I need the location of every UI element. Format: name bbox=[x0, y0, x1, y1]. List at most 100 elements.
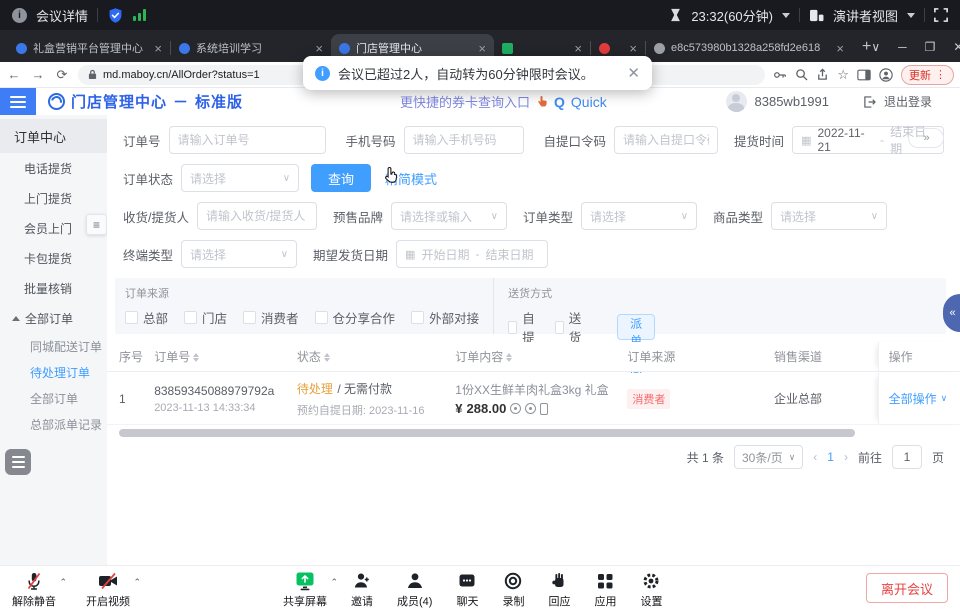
terminal-type-select[interactable]: 请选择 ∨ bbox=[181, 240, 297, 268]
profile-avatar-icon[interactable] bbox=[879, 68, 893, 82]
banner-close-icon[interactable]: ✕ bbox=[627, 64, 640, 82]
zoom-icon[interactable] bbox=[795, 68, 808, 81]
fullscreen-icon[interactable] bbox=[934, 8, 948, 22]
sidebar-item-door-pickup[interactable]: 上门提货 bbox=[0, 183, 107, 213]
prev-page-button[interactable]: ‹ bbox=[813, 450, 817, 464]
logout-button[interactable]: 退出登录 bbox=[884, 93, 932, 110]
receiver-input[interactable] bbox=[197, 202, 317, 230]
chevron-up-icon[interactable]: ⌃ bbox=[59, 577, 67, 588]
search-button[interactable]: 查询 bbox=[311, 164, 371, 192]
sort-icon[interactable] bbox=[506, 353, 512, 362]
network-signal-icon[interactable] bbox=[133, 9, 146, 21]
tab-close-icon[interactable]: × bbox=[315, 41, 323, 56]
reload-button[interactable]: ⟳ bbox=[54, 67, 70, 83]
checkbox-source-store[interactable]: 门店 bbox=[184, 308, 227, 327]
tab-search-icon[interactable]: ∨ bbox=[871, 40, 880, 54]
order-no-input[interactable] bbox=[169, 126, 326, 154]
col-content[interactable]: 订单内容 bbox=[455, 348, 627, 365]
col-status[interactable]: 状态 bbox=[297, 348, 455, 365]
tab-close-icon[interactable]: × bbox=[574, 41, 582, 56]
sidebar-section-order-center[interactable]: 订单中心 bbox=[0, 119, 107, 153]
floating-list-widget[interactable] bbox=[5, 449, 31, 475]
pickup-start-date[interactable]: 2022-11-21 bbox=[817, 126, 874, 154]
side-panel-icon[interactable] bbox=[857, 69, 871, 81]
forward-button[interactable]: → bbox=[30, 67, 46, 82]
sidebar-sub-city-delivery[interactable]: 同城配送订单 bbox=[0, 333, 107, 359]
col-order-no[interactable]: 订单号 bbox=[154, 348, 297, 365]
timer-dropdown-icon[interactable] bbox=[782, 13, 790, 18]
tab-close-icon[interactable]: × bbox=[629, 41, 637, 56]
window-minimize-button[interactable]: ─ bbox=[898, 40, 907, 54]
share-icon[interactable] bbox=[816, 68, 829, 81]
reactions-button[interactable]: 回应 bbox=[548, 571, 570, 609]
brand-select[interactable]: 请选择或输入 ∨ bbox=[391, 202, 507, 230]
sidebar-item-phone-pickup[interactable]: 电话提货 bbox=[0, 153, 107, 183]
chat-button[interactable]: 聊天 bbox=[456, 571, 478, 609]
checkbox-icon[interactable] bbox=[508, 321, 517, 334]
menu-toggle-button[interactable] bbox=[0, 88, 36, 115]
sidebar-sub-pending-orders[interactable]: 待处理订单 bbox=[0, 359, 107, 385]
phone-input[interactable] bbox=[404, 126, 524, 154]
layout-view-icon[interactable] bbox=[809, 9, 824, 22]
invite-button[interactable]: 邀请 bbox=[351, 571, 373, 609]
chevron-up-icon[interactable]: ⌃ bbox=[133, 577, 141, 588]
checkbox-source-external[interactable]: 外部对接 bbox=[411, 308, 479, 327]
next-page-button[interactable]: › bbox=[844, 450, 848, 464]
checkbox-source-consumer[interactable]: 消费者 bbox=[243, 308, 299, 327]
user-avatar[interactable] bbox=[726, 91, 747, 112]
tab-close-icon[interactable]: × bbox=[836, 41, 844, 56]
menu-dots-icon[interactable]: ⋮ bbox=[935, 68, 946, 81]
checkbox-icon[interactable] bbox=[411, 311, 424, 324]
password-key-icon[interactable] bbox=[773, 69, 787, 81]
leave-meeting-button[interactable]: 离开会议 bbox=[866, 573, 948, 603]
shield-check-icon[interactable] bbox=[107, 7, 124, 24]
ship-end-date[interactable]: 结束日期 bbox=[485, 246, 533, 263]
bookmark-star-icon[interactable]: ☆ bbox=[837, 67, 849, 83]
settings-button[interactable]: 设置 bbox=[640, 571, 662, 609]
order-type-select[interactable]: 请选择 ∨ bbox=[581, 202, 697, 230]
unmute-button[interactable]: 解除静音 ⌃ bbox=[12, 571, 56, 609]
sort-icon[interactable] bbox=[193, 353, 199, 362]
info-icon[interactable]: i bbox=[12, 8, 27, 23]
ship-start-date[interactable]: 开始日期 bbox=[421, 246, 469, 263]
dispatch-return-button[interactable]: 派单退回 bbox=[617, 314, 655, 340]
checkbox-source-hq[interactable]: 总部 bbox=[125, 308, 168, 327]
goto-page-input[interactable] bbox=[892, 445, 922, 469]
sidebar-sub-hq-dispatch-log[interactable]: 总部派单记录 bbox=[0, 411, 107, 437]
window-restore-button[interactable]: ❐ bbox=[925, 40, 936, 54]
share-screen-button[interactable]: 共享屏幕 ⌃ bbox=[283, 571, 327, 609]
tab-close-icon[interactable]: × bbox=[478, 41, 486, 56]
collapse-filters-button[interactable]: » bbox=[908, 128, 944, 148]
sidebar-item-card-pickup[interactable]: 卡包提货 bbox=[0, 243, 107, 273]
horizontal-scrollbar[interactable] bbox=[119, 429, 855, 437]
quick-label[interactable]: Quick bbox=[571, 94, 607, 110]
quick-search-icon[interactable]: Q bbox=[554, 94, 565, 110]
new-tab-button[interactable]: + bbox=[862, 38, 871, 56]
browser-tab-6[interactable]: e8c573980b1328a258fd2e618 × bbox=[646, 34, 852, 62]
view-mode-label[interactable]: 演讲者视图 bbox=[833, 6, 898, 25]
checkbox-source-warehouse-coop[interactable]: 仓分享合作 bbox=[315, 308, 396, 327]
goods-type-select[interactable]: 请选择 ∨ bbox=[771, 202, 887, 230]
chevron-up-icon[interactable]: ⌃ bbox=[330, 577, 338, 588]
tab-close-icon[interactable]: × bbox=[154, 41, 162, 56]
sidebar-drag-handle[interactable]: ≡ bbox=[86, 214, 107, 235]
chrome-update-button[interactable]: 更新 ⋮ bbox=[901, 65, 954, 85]
window-close-button[interactable]: ✕ bbox=[953, 40, 960, 54]
checkbox-self-pickup[interactable]: 自提 bbox=[508, 308, 539, 346]
ship-date-range[interactable]: ▦ 开始日期 - 结束日期 bbox=[396, 240, 548, 268]
checkbox-icon[interactable] bbox=[315, 311, 328, 324]
start-video-button[interactable]: 开启视频 ⌃ bbox=[86, 571, 130, 609]
checkbox-icon[interactable] bbox=[125, 311, 138, 324]
back-button[interactable]: ← bbox=[6, 67, 22, 82]
all-actions-dropdown[interactable]: 全部操作 bbox=[889, 390, 937, 407]
sidebar-item-all-orders-parent[interactable]: 全部订单 bbox=[0, 303, 107, 333]
sidebar-sub-all-orders[interactable]: 全部订单 bbox=[0, 385, 107, 411]
sidebar-item-batch-verify[interactable]: 批量核销 bbox=[0, 273, 107, 303]
meeting-details-label[interactable]: 会议详情 bbox=[36, 6, 88, 25]
record-button[interactable]: 录制 bbox=[502, 571, 524, 609]
checkbox-delivery[interactable]: 送货 bbox=[555, 308, 586, 346]
checkbox-icon[interactable] bbox=[555, 321, 564, 334]
order-status-select[interactable]: 请选择 ∨ bbox=[181, 164, 299, 192]
apps-button[interactable]: 应用 bbox=[594, 571, 616, 609]
browser-tab-1[interactable]: 礼盒营销平台管理中心 × bbox=[8, 34, 170, 62]
